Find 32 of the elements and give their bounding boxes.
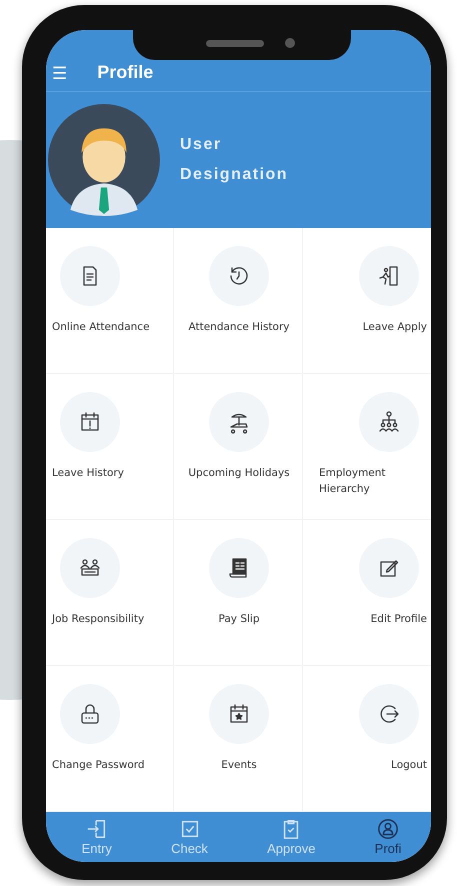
menu-tile[interactable]: Leave History <box>46 374 174 520</box>
menu-tile[interactable]: Leave Apply <box>302 228 431 374</box>
menu-tile[interactable]: Pay Slip <box>174 520 303 666</box>
avatar-icon <box>48 104 160 216</box>
door-icon <box>86 818 108 840</box>
user-name: User <box>180 136 223 154</box>
tile-label: Online Attendance <box>52 320 150 335</box>
tile-label: Events <box>221 758 257 773</box>
menu-tile[interactable]: Change Password <box>46 666 174 812</box>
menu-tile[interactable]: Logout <box>302 666 431 812</box>
nav-tab[interactable]: Profi <box>374 818 402 856</box>
tile-label: Attendance History <box>188 320 290 335</box>
tile-label: Job Responsibility <box>52 612 144 627</box>
tile-label: Logout <box>391 758 427 773</box>
menu-tile[interactable]: Attendance History <box>174 228 303 374</box>
menu-tile[interactable]: Upcoming Holidays <box>174 374 303 520</box>
menu-tile[interactable]: Employment Hierarchy <box>302 374 431 520</box>
tile-label: Edit Profile <box>370 612 427 627</box>
tile-label: Change Password <box>52 758 145 773</box>
menu-tile[interactable]: Online Attendance <box>46 228 174 374</box>
menu-tile[interactable]: Edit Profile <box>302 520 431 666</box>
tile-label: Upcoming Holidays <box>188 466 290 481</box>
tile-label: Leave Apply <box>362 320 427 335</box>
user-designation: Designation <box>180 166 288 184</box>
hierarchy-icon <box>376 410 401 434</box>
app-bar-title: Profile <box>97 62 154 83</box>
profile-icon <box>377 818 400 840</box>
tile-label: Pay Slip <box>218 612 260 627</box>
tile-label: Employment Hierarchy <box>318 466 387 497</box>
menu-tile[interactable]: Job Responsibility <box>46 520 174 666</box>
tile-label: Leave History <box>52 466 124 481</box>
menu-tile[interactable]: Events <box>174 666 303 812</box>
